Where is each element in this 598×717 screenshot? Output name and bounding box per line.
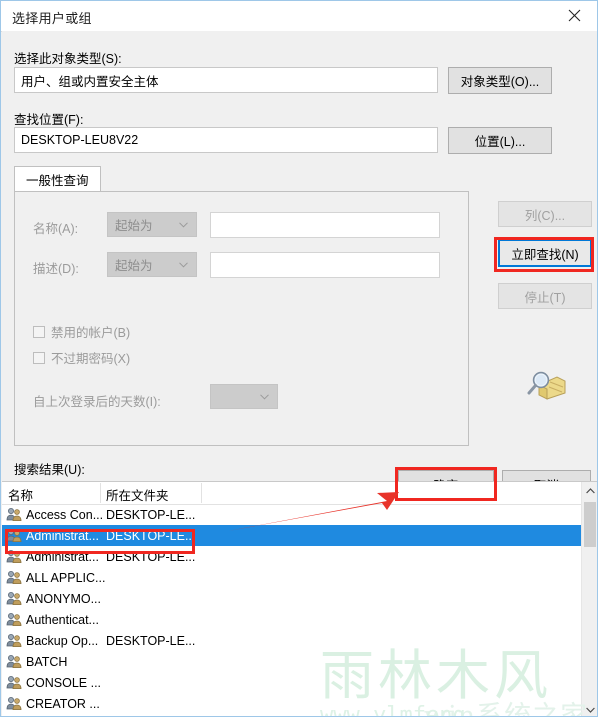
result-name: Access Con... <box>26 507 104 522</box>
column-header-folder[interactable]: 所在文件夹 <box>106 485 169 504</box>
name-label: 名称(A): <box>33 222 79 236</box>
description-operator-value: 起始为 <box>115 259 153 273</box>
select-users-or-groups-dialog: 选择用户或组 选择此对象类型(S): 用户、组或内置安全主体 对象类型(O)..… <box>0 0 598 717</box>
chevron-down-icon <box>179 221 188 228</box>
description-value-input[interactable] <box>210 252 440 278</box>
scrollbar-thumb[interactable] <box>584 502 596 547</box>
non-expiring-password-label: 不过期密码(X) <box>51 352 131 366</box>
table-row[interactable]: Administrat... DESKTOP-LE... <box>2 546 582 567</box>
result-name: BATCH <box>26 654 68 669</box>
object-types-button[interactable]: 对象类型(O)... <box>448 67 552 94</box>
result-folder: DESKTOP-LE... <box>106 528 196 543</box>
table-row[interactable]: ALL APPLIC... <box>2 567 582 588</box>
user-group-icon <box>6 612 22 627</box>
days-since-logon-select[interactable] <box>210 384 278 409</box>
result-name: Backup Op... <box>26 633 99 648</box>
object-type-label: 选择此对象类型(S): <box>14 52 122 66</box>
result-name: ALL APPLIC... <box>26 570 106 585</box>
result-name: CONSOLE ... <box>26 675 102 690</box>
chevron-down-icon <box>179 261 188 268</box>
name-value-input[interactable] <box>210 212 440 238</box>
disabled-accounts-checkbox[interactable]: 禁用的帐户(B) <box>33 322 130 341</box>
object-type-input[interactable]: 用户、组或内置安全主体 <box>14 67 438 93</box>
chevron-down-icon <box>260 393 269 400</box>
user-group-icon <box>6 549 22 564</box>
search-results-label: 搜索结果(U): <box>14 463 85 477</box>
tab-general-query[interactable]: 一般性查询 <box>14 166 101 192</box>
column-separator[interactable] <box>100 483 101 503</box>
table-row[interactable]: Backup Op... DESKTOP-LE... <box>2 630 582 651</box>
columns-button[interactable]: 列(C)... <box>498 201 592 227</box>
result-name: Administrat... <box>26 549 99 564</box>
user-group-icon <box>6 696 22 711</box>
checkbox-box <box>33 351 45 364</box>
location-input[interactable]: DESKTOP-LEU8V22 <box>14 127 438 153</box>
close-icon[interactable] <box>552 1 597 30</box>
scroll-up-icon[interactable] <box>582 482 597 499</box>
table-row[interactable]: CONSOLE ... <box>2 672 582 693</box>
result-folder: DESKTOP-LE... <box>106 549 196 564</box>
general-query-panel: 名称(A): 起始为 描述(D): 起始为 禁用的帐户(B) 不过期密码(X) … <box>14 191 469 446</box>
list-header: 名称 所在文件夹 <box>2 482 597 505</box>
result-folder: DESKTOP-LE... <box>106 633 196 648</box>
name-operator-value: 起始为 <box>115 219 153 233</box>
result-name: CREATOR ... <box>26 696 100 711</box>
table-row[interactable]: ANONYMO... <box>2 588 582 609</box>
locations-button[interactable]: 位置(L)... <box>448 127 552 154</box>
location-label: 查找位置(F): <box>14 113 84 127</box>
table-row[interactable]: Access Con... DESKTOP-LE... <box>2 504 582 525</box>
user-group-icon <box>6 675 22 690</box>
result-folder: DESKTOP-LE... <box>106 507 196 522</box>
user-group-icon <box>6 654 22 669</box>
column-separator[interactable] <box>201 483 202 503</box>
non-expiring-password-checkbox[interactable]: 不过期密码(X) <box>33 348 130 367</box>
result-name: Authenticat... <box>26 612 99 627</box>
stop-button[interactable]: 停止(T) <box>498 283 592 309</box>
disabled-accounts-label: 禁用的帐户(B) <box>51 326 131 340</box>
table-row[interactable]: Administrat... DESKTOP-LE... <box>2 525 582 546</box>
column-header-name[interactable]: 名称 <box>8 485 33 504</box>
user-group-icon <box>6 570 22 585</box>
user-group-icon <box>6 633 22 648</box>
table-row[interactable]: BATCH <box>2 651 582 672</box>
result-name: Administrat... <box>26 528 99 543</box>
description-operator-select[interactable]: 起始为 <box>107 252 197 277</box>
user-group-icon <box>6 528 22 543</box>
user-group-icon <box>6 507 22 522</box>
table-row[interactable]: Authenticat... <box>2 609 582 630</box>
result-name: ANONYMO... <box>26 591 102 606</box>
user-group-icon <box>6 591 22 606</box>
checkbox-box <box>33 325 45 338</box>
dialog-body: 选择此对象类型(S): 用户、组或内置安全主体 对象类型(O)... 查找位置(… <box>2 31 597 716</box>
search-results-listview[interactable]: 名称 所在文件夹 Access Con... DESKTOP-LE... Admi… <box>2 481 597 716</box>
magnifier-folder-icon <box>523 367 568 405</box>
name-operator-select[interactable]: 起始为 <box>107 212 197 237</box>
window-title: 选择用户或组 <box>12 11 92 26</box>
title-bar: 选择用户或组 <box>1 1 597 32</box>
description-label: 描述(D): <box>33 262 79 276</box>
result-rows: Access Con... DESKTOP-LE... Administrat..… <box>2 504 582 714</box>
find-now-button[interactable]: 立即查找(N) <box>498 239 592 267</box>
vertical-scrollbar[interactable] <box>581 482 597 716</box>
days-since-logon-label: 自上次登录后的天数(I): <box>33 395 161 409</box>
tab-strip: 一般性查询 <box>14 166 469 192</box>
scroll-down-icon[interactable] <box>582 701 597 716</box>
table-row[interactable]: CREATOR ... <box>2 693 582 714</box>
